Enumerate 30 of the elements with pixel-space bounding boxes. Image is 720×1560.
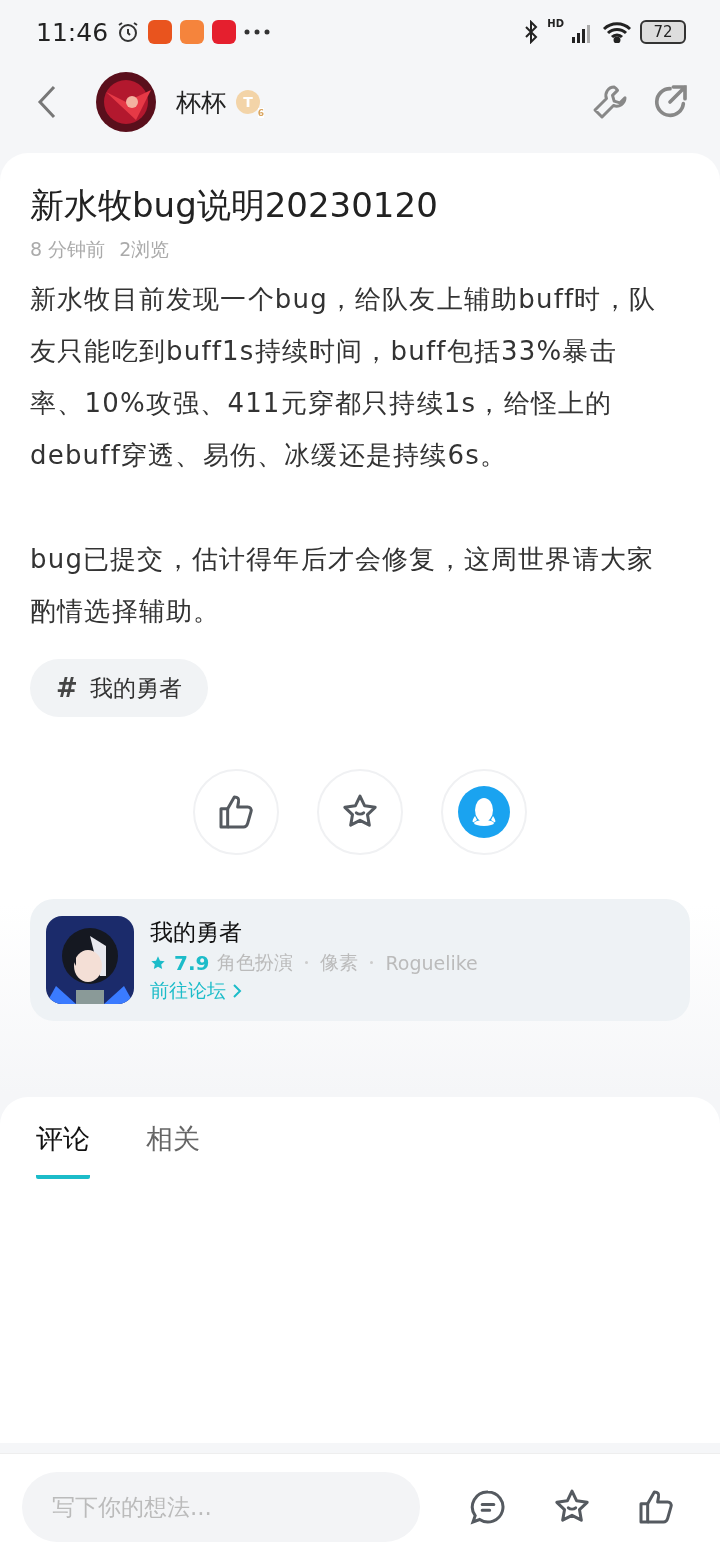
- app-notification-icon: [148, 20, 173, 44]
- genre-tag: 角色扮演: [217, 949, 294, 976]
- game-rating: 7.9: [174, 950, 210, 975]
- post-time: 8 分钟前: [30, 237, 106, 262]
- app-notification-icon: [212, 20, 237, 44]
- genre-tag: 像素: [320, 949, 359, 976]
- genre-tag: Roguelike: [385, 951, 478, 974]
- chevron-right-icon: [232, 982, 242, 999]
- bluetooth-icon: [523, 20, 540, 44]
- post-paragraph: 新水牧目前发现一个bug，给队友上辅助buff时，队友只能吃到buff1s持续时间，buff包括33%暴击率、10%攻强、411元穿都只持续1s，给怪上的debuff穿透、易伤、冰缓还是持续6s。: [30, 283, 657, 472]
- clock-time: 11:46: [36, 17, 109, 47]
- wifi-icon: [602, 21, 632, 43]
- network-label: HD: [547, 18, 564, 29]
- section-tab[interactable]: 相关: [146, 1121, 200, 1179]
- game-title: 我的勇者: [150, 917, 243, 947]
- view-count: 2浏览: [119, 237, 170, 262]
- star-icon: [150, 954, 166, 971]
- avatar[interactable]: [96, 72, 156, 132]
- post-paragraph: bug已提交，估计得年后才会修复，这周世界请大家酌情选择辅助。: [30, 543, 656, 628]
- more-icon: [244, 29, 271, 35]
- store-notification-icon: [180, 20, 205, 44]
- comment-input[interactable]: 写下你的想法...: [22, 1472, 420, 1542]
- section-tab[interactable]: 评论: [36, 1121, 90, 1179]
- back-icon[interactable]: [36, 85, 58, 119]
- topic-tag[interactable]: # 我的勇者: [30, 659, 208, 717]
- penguin-icon: [458, 786, 510, 838]
- battery-indicator: 72: [640, 20, 686, 44]
- post-title: 新水牧bug说明20230120: [30, 184, 439, 227]
- game-card[interactable]: 我的勇者 7.9 角色扮演 像素 Roguelike 前往论坛: [30, 899, 690, 1021]
- author-name[interactable]: 杯杯: [176, 85, 226, 119]
